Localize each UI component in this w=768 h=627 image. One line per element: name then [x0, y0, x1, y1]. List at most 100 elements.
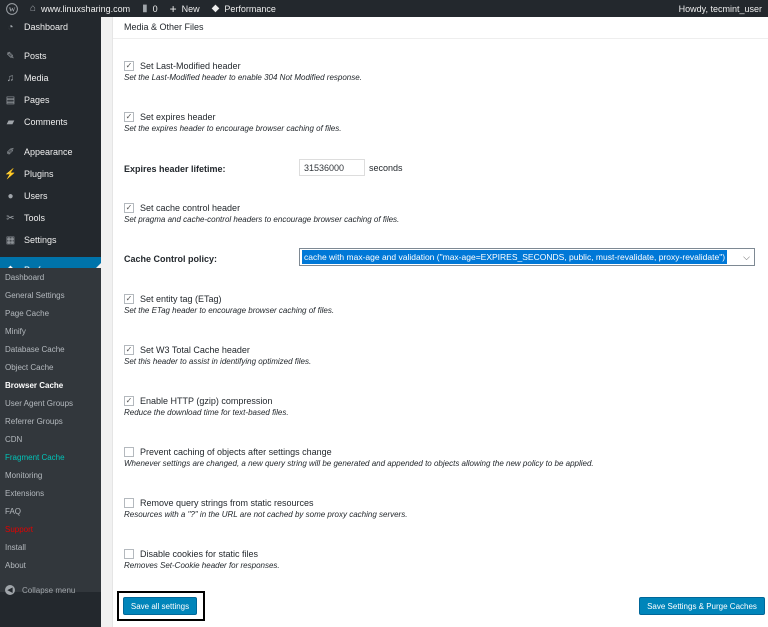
option-label: Disable cookies for static files — [140, 549, 259, 559]
settings-panel: Media & Other Files ✓ Set Last-Modified … — [112, 17, 768, 627]
option-description: Whenever settings are changed, a new que… — [124, 459, 594, 468]
sidebar-item-label: Dashboard — [24, 22, 69, 32]
comment-bubble-icon: ▮ — [142, 2, 148, 14]
submenu-item-install[interactable]: Install — [0, 538, 101, 556]
option-prevent-caching: Prevent caching of objects after setting… — [124, 446, 594, 468]
submenu-item-about[interactable]: About — [0, 556, 101, 574]
expires-lifetime-input[interactable] — [299, 159, 365, 176]
last-modified-checkbox[interactable]: ✓ — [124, 61, 134, 71]
expires-header-checkbox[interactable]: ✓ — [124, 112, 134, 122]
w3tc-icon: ◆ — [211, 2, 220, 14]
option-label: Enable HTTP (gzip) compression — [140, 396, 273, 406]
option-description: Set pragma and cache-control headers to … — [124, 215, 400, 224]
submenu-item-general-settings[interactable]: General Settings — [0, 286, 101, 304]
submenu-item-browser-cache[interactable]: Browser Cache — [0, 376, 101, 394]
option-cache-control: ✓ Set cache control header Set pragma an… — [124, 202, 399, 224]
site-name-link[interactable]: ⌂ www.linuxsharing.com — [24, 0, 136, 17]
site-name: www.linuxsharing.com — [41, 3, 131, 14]
sidebar-item-posts[interactable]: ✎ Posts — [0, 46, 101, 66]
save-all-settings-button[interactable]: Save all settings — [123, 597, 197, 615]
users-icon: ● — [7, 190, 14, 202]
sidebar-item-users[interactable]: ● Users — [0, 186, 101, 206]
submenu-item-dashboard[interactable]: Dashboard — [0, 268, 101, 286]
sidebar-item-label: Media — [24, 73, 49, 83]
option-label: Prevent caching of objects after setting… — [140, 447, 332, 457]
submenu-item-database-cache[interactable]: Database Cache — [0, 340, 101, 358]
sidebar-item-settings[interactable]: ▦ Settings — [0, 230, 101, 250]
option-description: Set the Last-Modified header to enable 3… — [124, 73, 362, 82]
submenu-item-fragment-cache[interactable]: Fragment Cache — [0, 448, 101, 466]
cache-policy-selected: cache with max-age and validation ("max-… — [302, 250, 728, 264]
submenu-item-faq[interactable]: FAQ — [0, 502, 101, 520]
sidebar-item-dashboard[interactable]: ◔ Dashboard — [0, 17, 101, 37]
cache-control-checkbox[interactable]: ✓ — [124, 203, 134, 213]
dashboard-icon: ◔ — [7, 21, 14, 33]
sidebar-item-label: Pages — [24, 95, 50, 105]
new-content-link[interactable]: + New — [164, 0, 206, 17]
submenu-item-minify[interactable]: Minify — [0, 322, 101, 340]
sidebar-item-label: Appearance — [24, 147, 73, 157]
option-label: Set expires header — [140, 112, 216, 122]
gzip-checkbox[interactable]: ✓ — [124, 396, 134, 406]
chevron-down-icon: ⌵ — [743, 251, 750, 262]
submenu-item-object-cache[interactable]: Object Cache — [0, 358, 101, 376]
sidebar-item-label: Users — [24, 191, 48, 201]
option-disable-cookies: Disable cookies for static files Removes… — [124, 548, 280, 570]
etag-checkbox[interactable]: ✓ — [124, 294, 134, 304]
sidebar-item-appearance[interactable]: ✐ Appearance — [0, 142, 101, 162]
sidebar-item-media[interactable]: ♫ Media — [0, 68, 101, 88]
submenu-item-page-cache[interactable]: Page Cache — [0, 304, 101, 322]
prevent-caching-checkbox[interactable] — [124, 447, 134, 457]
brush-icon: ✐ — [6, 146, 15, 158]
cache-policy-label: Cache Control policy: — [124, 254, 218, 264]
option-etag: ✓ Set entity tag (ETag) Set the ETag hea… — [124, 293, 334, 315]
performance-menu-link[interactable]: ◆ Performance — [206, 0, 282, 17]
comments-count: 0 — [152, 3, 158, 14]
option-description: Removes Set-Cookie header for responses. — [124, 561, 280, 570]
remove-query-strings-checkbox[interactable] — [124, 498, 134, 508]
collapse-menu-button[interactable]: ◀ Collapse menu — [0, 580, 101, 600]
sidebar-item-comments[interactable]: ▰ Comments — [0, 112, 101, 132]
divider — [113, 38, 768, 39]
sidebar-item-label: Plugins — [24, 169, 54, 179]
submenu-item-user-agent-groups[interactable]: User Agent Groups — [0, 394, 101, 412]
submenu-item-referrer-groups[interactable]: Referrer Groups — [0, 412, 101, 430]
submenu-item-support[interactable]: Support — [0, 520, 101, 538]
pin-icon: ✎ — [6, 50, 15, 62]
option-description: Reduce the download time for text-based … — [124, 408, 289, 417]
option-description: Set this header to assist in identifying… — [124, 357, 312, 366]
sidebar-item-pages[interactable]: ▤ Pages — [0, 90, 101, 110]
account-menu[interactable]: Howdy, tecmint_user — [673, 0, 768, 17]
performance-label: Performance — [224, 3, 276, 14]
comments-link[interactable]: ▮ 0 — [136, 0, 164, 17]
option-label: Set Last-Modified header — [140, 61, 241, 71]
home-icon: ⌂ — [30, 2, 37, 14]
option-w3tc-header: ✓ Set W3 Total Cache header Set this hea… — [124, 344, 311, 366]
comments-icon: ▰ — [6, 116, 15, 128]
option-description: Resources with a "?" in the URL are not … — [124, 510, 408, 519]
submenu-item-extensions[interactable]: Extensions — [0, 484, 101, 502]
media-icon: ♫ — [6, 72, 15, 84]
settings-icon: ▦ — [5, 234, 16, 246]
option-label: Remove query strings from static resourc… — [140, 498, 314, 508]
option-gzip: ✓ Enable HTTP (gzip) compression Reduce … — [124, 395, 289, 417]
w3tc-header-checkbox[interactable]: ✓ — [124, 345, 134, 355]
new-label: New — [181, 3, 200, 14]
submenu-item-monitoring[interactable]: Monitoring — [0, 466, 101, 484]
performance-submenu: Dashboard General Settings Page Cache Mi… — [0, 268, 101, 592]
wordpress-logo-icon[interactable]: W — [0, 0, 24, 17]
plug-icon: ⚡ — [4, 168, 17, 180]
cache-policy-select[interactable]: cache with max-age and validation ("max-… — [299, 248, 755, 266]
option-label: Set W3 Total Cache header — [140, 345, 250, 355]
wrench-icon: ✂ — [6, 212, 15, 224]
sidebar-item-label: Posts — [24, 51, 47, 61]
seconds-unit: seconds — [369, 163, 403, 173]
sidebar-item-tools[interactable]: ✂ Tools — [0, 208, 101, 228]
disable-cookies-checkbox[interactable] — [124, 549, 134, 559]
sidebar-item-label: Settings — [24, 235, 57, 245]
submenu-item-cdn[interactable]: CDN — [0, 430, 101, 448]
option-description: Set the ETag header to encourage browser… — [124, 306, 335, 315]
sidebar-item-plugins[interactable]: ⚡ Plugins — [0, 164, 101, 184]
save-and-purge-button[interactable]: Save Settings & Purge Caches — [639, 597, 765, 615]
sidebar-item-label: Tools — [24, 213, 46, 223]
